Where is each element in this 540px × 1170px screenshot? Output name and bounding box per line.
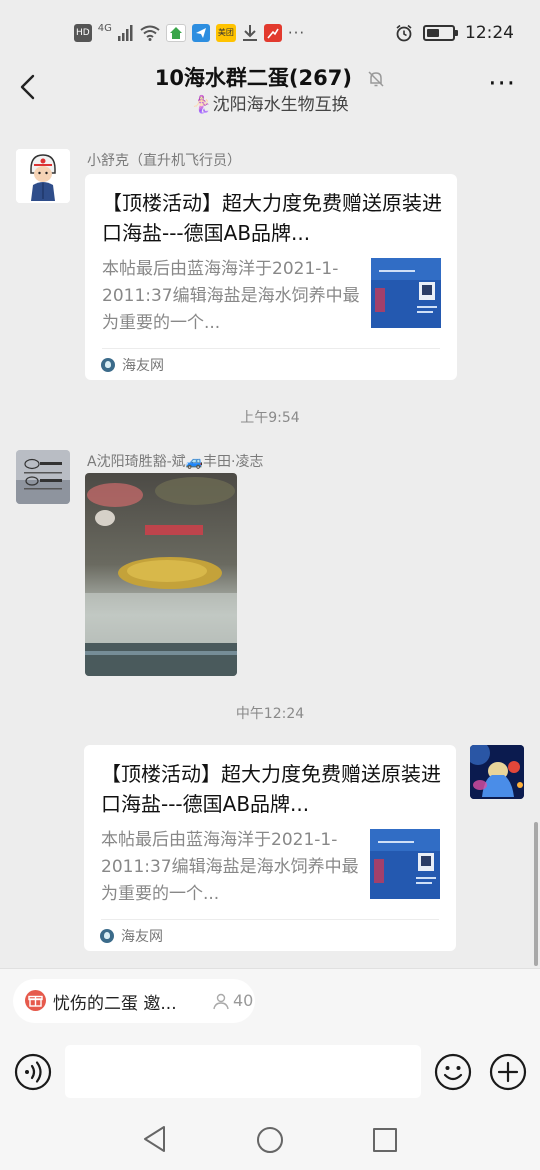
card-divider (101, 919, 439, 920)
timestamp: 中午12:24 (235, 706, 305, 722)
app-icon-red (263, 24, 282, 42)
avatar-self[interactable] (470, 745, 524, 799)
avatar-pilot[interactable] (16, 149, 70, 203)
card-thumbnail (370, 829, 440, 899)
link-card[interactable]: 【顶楼活动】超大力度免费赠送原装进口海盐---德国AB品牌... 本帖最后由蓝海… (84, 745, 456, 951)
status-bar: HD 4G 美团 ··· 12:24 (0, 0, 540, 62)
source-app-icon (101, 358, 115, 372)
image-message[interactable] (85, 473, 237, 676)
app-icon-blue (191, 24, 210, 42)
person-count-icon (213, 993, 229, 1010)
avatar-lexus-toyota[interactable] (16, 450, 70, 504)
card-description: 本帖最后由蓝海海洋于2021-1-2011:37编辑海盐是海水饲养中最为重要的一… (101, 830, 359, 904)
link-card[interactable]: 【顶楼活动】超大力度免费赠送原装进口海盐---德国AB品牌... 本帖最后由蓝海… (85, 174, 457, 380)
card-source-label: 海友网 (122, 358, 164, 374)
pinned-text: 忧伤的二蛋 邀... (53, 994, 177, 1014)
source-app-icon (100, 929, 114, 943)
gift-icon (25, 990, 46, 1011)
emoji-icon[interactable] (434, 1053, 472, 1091)
chat-title-row: 10海水群二蛋(267) (0, 62, 540, 92)
card-title: 【顶楼活动】超大力度免费赠送原装进口海盐---德国AB品牌... (102, 191, 442, 245)
chat-title: 10海水群二蛋(267) (154, 66, 352, 90)
signal-icon: 4G (97, 23, 112, 34)
system-nav-bar (0, 1105, 540, 1170)
card-description: 本帖最后由蓝海海洋于2021-1-2011:37编辑海盐是海水饲养中最为重要的一… (102, 259, 360, 333)
sender-name: 小舒克（直升机飞行员） (87, 153, 241, 169)
scrollbar[interactable] (534, 822, 538, 966)
message-input[interactable] (65, 1045, 421, 1098)
status-icons-left: HD 4G 美团 ··· (74, 22, 305, 44)
plus-icon[interactable] (489, 1053, 527, 1091)
cellular-signal-icon (117, 25, 133, 41)
sender-name: A沈阳琦胜豁-斌🚙丰田·凌志 (87, 454, 264, 470)
hd-badge: HD (74, 24, 92, 42)
timestamp: 上午9:54 (240, 410, 300, 426)
wifi-icon (140, 25, 160, 41)
chat-message-list[interactable]: 小舒克（直升机飞行员） 【顶楼活动】超大力度免费赠送原装进口海盐---德国AB品… (0, 118, 540, 968)
clock-time: 12:24 (465, 23, 514, 43)
card-title: 【顶楼活动】超大力度免费赠送原装进口海盐---德国AB品牌... (101, 762, 441, 816)
more-notifications-icon: ··· (287, 24, 306, 42)
status-icons-right: 12:24 (395, 22, 514, 44)
nav-home-icon[interactable] (257, 1127, 283, 1153)
card-source-label: 海友网 (121, 929, 163, 945)
card-source: 海友网 (100, 926, 163, 946)
muted-bell-icon (368, 71, 384, 87)
card-thumbnail (371, 258, 441, 328)
nav-recent-apps-icon[interactable] (373, 1128, 397, 1152)
more-options-icon[interactable]: ··· (488, 71, 516, 97)
pinned-count: 40 (233, 991, 254, 1010)
meituan-icon: 美团 (215, 24, 236, 42)
pinned-notice[interactable]: 忧伤的二蛋 邀... 40 (13, 979, 255, 1023)
alarm-icon (396, 24, 412, 42)
voice-input-icon[interactable] (14, 1053, 52, 1091)
app-icon-green (165, 24, 186, 42)
download-icon (242, 25, 257, 41)
nav-back-icon[interactable] (142, 1125, 168, 1153)
card-source: 海友网 (101, 355, 164, 375)
card-divider (102, 348, 440, 349)
chat-subtitle: 🧜🏻‍♀️沈阳海水生物互换 (191, 95, 349, 115)
chat-header: 10海水群二蛋(267) 🧜🏻‍♀️沈阳海水生物互换 ··· (0, 58, 540, 118)
battery-icon (423, 25, 458, 41)
